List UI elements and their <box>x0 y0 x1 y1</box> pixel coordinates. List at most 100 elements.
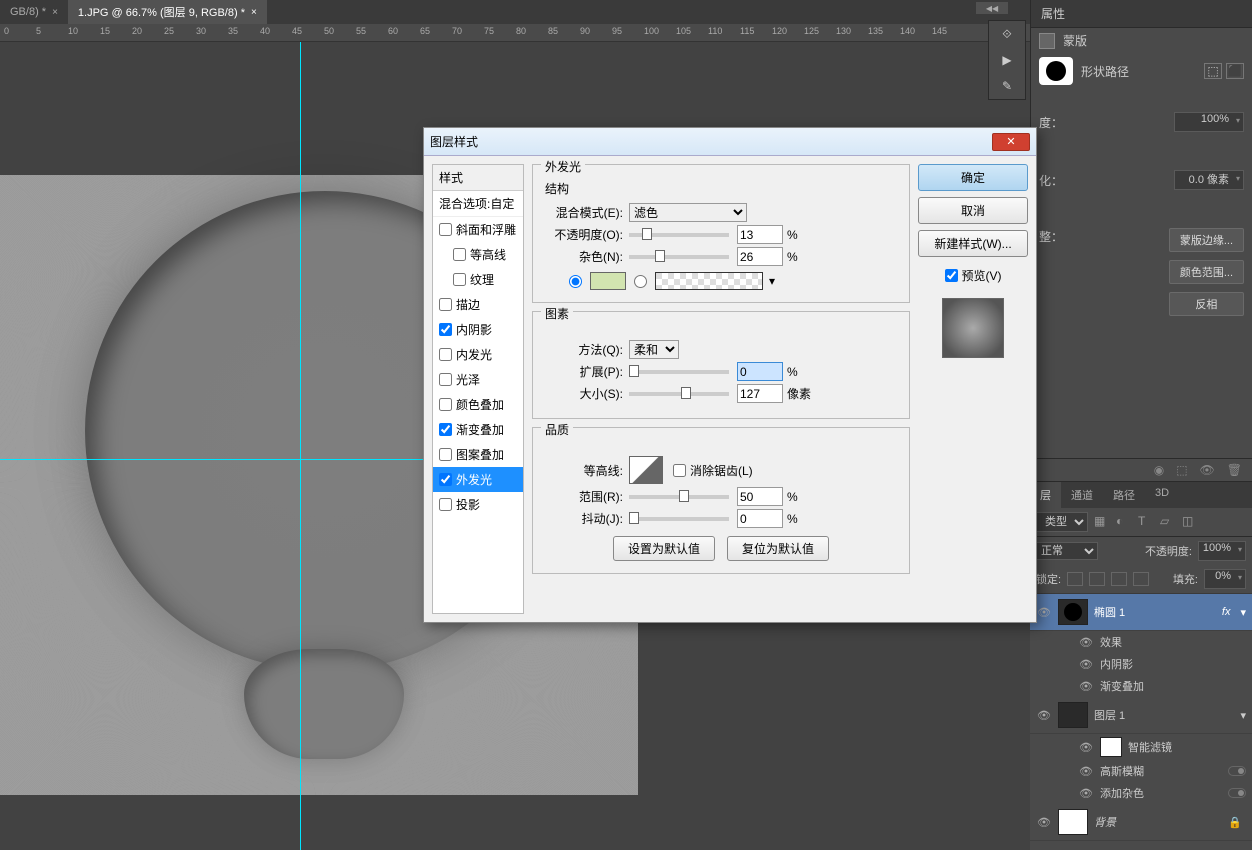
layer-background[interactable]: 👁 背景 🔒 <box>1030 804 1252 841</box>
eye-icon[interactable]: 👁 <box>1078 636 1094 649</box>
style-item[interactable]: 内阴影 <box>433 317 523 342</box>
eye-icon[interactable]: 👁 <box>1036 816 1052 829</box>
eye-icon[interactable]: 👁 <box>1078 741 1094 754</box>
style-checkbox[interactable] <box>439 423 452 436</box>
effect-inner-shadow[interactable]: 👁 内阴影 <box>1030 653 1252 675</box>
ok-button[interactable]: 确定 <box>918 164 1028 191</box>
guide-vertical[interactable] <box>300 42 301 850</box>
filter-toggle[interactable] <box>1228 766 1246 776</box>
opacity-input[interactable]: 100% <box>1198 541 1246 561</box>
filter-smart-icon[interactable]: ◫ <box>1182 514 1198 530</box>
doc-tab-2[interactable]: 1.JPG @ 66.7% (图层 9, RGB/8) *× <box>68 0 267 24</box>
lock-trans-icon[interactable] <box>1067 572 1083 586</box>
style-item[interactable]: 颜色叠加 <box>433 392 523 417</box>
fx-label[interactable]: fx <box>1222 606 1231 618</box>
noise-slider[interactable] <box>629 255 729 259</box>
layer-1[interactable]: 👁 图层 1 ▾ <box>1030 697 1252 734</box>
fill-input[interactable]: 0% <box>1204 569 1246 589</box>
preview-checkbox[interactable] <box>945 269 958 282</box>
style-checkbox[interactable] <box>439 223 452 236</box>
antialias-checkbox[interactable] <box>673 464 686 477</box>
history-icon[interactable]: ⟐ <box>989 21 1025 47</box>
invert-button[interactable]: 反相 <box>1169 292 1244 316</box>
tab-3d[interactable]: 3D <box>1145 482 1179 508</box>
style-item[interactable]: 等高线 <box>433 242 523 267</box>
style-item[interactable]: 投影 <box>433 492 523 517</box>
lock-all-icon[interactable] <box>1133 572 1149 586</box>
filter-noise[interactable]: 👁 添加杂色 <box>1030 782 1252 804</box>
eye-icon[interactable]: 👁 <box>1078 658 1094 671</box>
trash-icon[interactable]: 🗑 <box>1227 463 1242 477</box>
contour-picker[interactable] <box>629 456 663 484</box>
size-slider[interactable] <box>629 392 729 396</box>
filter-adj-icon[interactable]: ◐ <box>1116 514 1132 530</box>
close-button[interactable]: ✕ <box>992 133 1030 151</box>
play-icon[interactable]: ▶ <box>989 47 1025 73</box>
filter-shape-icon[interactable]: ▱ <box>1160 514 1176 530</box>
new-style-button[interactable]: 新建样式(W)... <box>918 230 1028 257</box>
density-input[interactable]: 100% <box>1174 112 1244 132</box>
style-item[interactable]: 斜面和浮雕 <box>433 217 523 242</box>
style-item[interactable]: 内发光 <box>433 342 523 367</box>
panel-collapse[interactable]: ◀◀ <box>976 2 1008 14</box>
eye-icon[interactable]: 👁 <box>1078 680 1094 693</box>
lock-pos-icon[interactable] <box>1111 572 1127 586</box>
filter-gaussian[interactable]: 👁 高斯模糊 <box>1030 760 1252 782</box>
path-icon-1[interactable]: ⬚ <box>1204 63 1222 79</box>
brush-icon[interactable]: ✎ <box>989 73 1025 99</box>
lock-icon[interactable]: 🔒 <box>1228 816 1242 829</box>
feather-input[interactable]: 0.0 像素 <box>1174 170 1244 190</box>
style-checkbox[interactable] <box>439 298 452 311</box>
spread-input[interactable] <box>737 362 783 381</box>
blend-options[interactable]: 混合选项:自定 <box>433 191 523 217</box>
set-default-button[interactable]: 设置为默认值 <box>613 536 715 561</box>
tab-paths[interactable]: 路径 <box>1103 482 1145 508</box>
spread-slider[interactable] <box>629 370 729 374</box>
icon-1[interactable]: ◉ <box>1154 463 1164 477</box>
filter-toggle[interactable] <box>1228 788 1246 798</box>
opacity-slider[interactable] <box>629 233 729 237</box>
opacity-input[interactable] <box>737 225 783 244</box>
color-radio[interactable] <box>569 275 582 288</box>
style-item[interactable]: 外发光 <box>433 467 523 492</box>
noise-input[interactable] <box>737 247 783 266</box>
style-item[interactable]: 图案叠加 <box>433 442 523 467</box>
mask-icon[interactable] <box>1039 33 1055 49</box>
effect-gradient[interactable]: 👁 渐变叠加 <box>1030 675 1252 697</box>
style-item[interactable]: 描边 <box>433 292 523 317</box>
chevron-down-icon[interactable]: ▾ <box>1240 606 1246 619</box>
mask-edge-button[interactable]: 蒙版边缘... <box>1169 228 1244 252</box>
style-item[interactable]: 渐变叠加 <box>433 417 523 442</box>
style-item[interactable]: 纹理 <box>433 267 523 292</box>
close-icon[interactable]: × <box>251 7 257 18</box>
style-checkbox[interactable] <box>439 323 452 336</box>
style-checkbox[interactable] <box>439 473 452 486</box>
style-checkbox[interactable] <box>439 348 452 361</box>
filter-text-icon[interactable]: T <box>1138 514 1154 530</box>
eye-icon[interactable]: 👁 <box>1200 463 1215 477</box>
doc-tab-1[interactable]: GB/8) *× <box>0 2 68 22</box>
gradient-swatch[interactable] <box>655 272 763 290</box>
tab-channels[interactable]: 通道 <box>1061 482 1103 508</box>
range-slider[interactable] <box>629 495 729 499</box>
reset-default-button[interactable]: 复位为默认值 <box>727 536 829 561</box>
color-swatch[interactable] <box>590 272 626 290</box>
lock-paint-icon[interactable] <box>1089 572 1105 586</box>
styles-header[interactable]: 样式 <box>433 165 523 191</box>
style-checkbox[interactable] <box>439 398 452 411</box>
eye-icon[interactable]: 👁 <box>1036 709 1052 722</box>
filter-kind-select[interactable]: 类型 <box>1036 512 1088 532</box>
preview-checkbox-row[interactable]: 预览(V) <box>918 267 1028 284</box>
gradient-radio[interactable] <box>634 275 647 288</box>
effects-header[interactable]: 👁 效果 <box>1030 631 1252 653</box>
eye-icon[interactable]: 👁 <box>1078 787 1094 800</box>
color-range-button[interactable]: 颜色范围... <box>1169 260 1244 284</box>
path-icon-2[interactable]: ⬛ <box>1226 63 1244 79</box>
eye-icon[interactable]: 👁 <box>1078 765 1094 778</box>
size-input[interactable] <box>737 384 783 403</box>
style-checkbox[interactable] <box>439 498 452 511</box>
technique-select[interactable]: 柔和 <box>629 340 679 359</box>
jitter-slider[interactable] <box>629 517 729 521</box>
style-checkbox[interactable] <box>439 373 452 386</box>
range-input[interactable] <box>737 487 783 506</box>
